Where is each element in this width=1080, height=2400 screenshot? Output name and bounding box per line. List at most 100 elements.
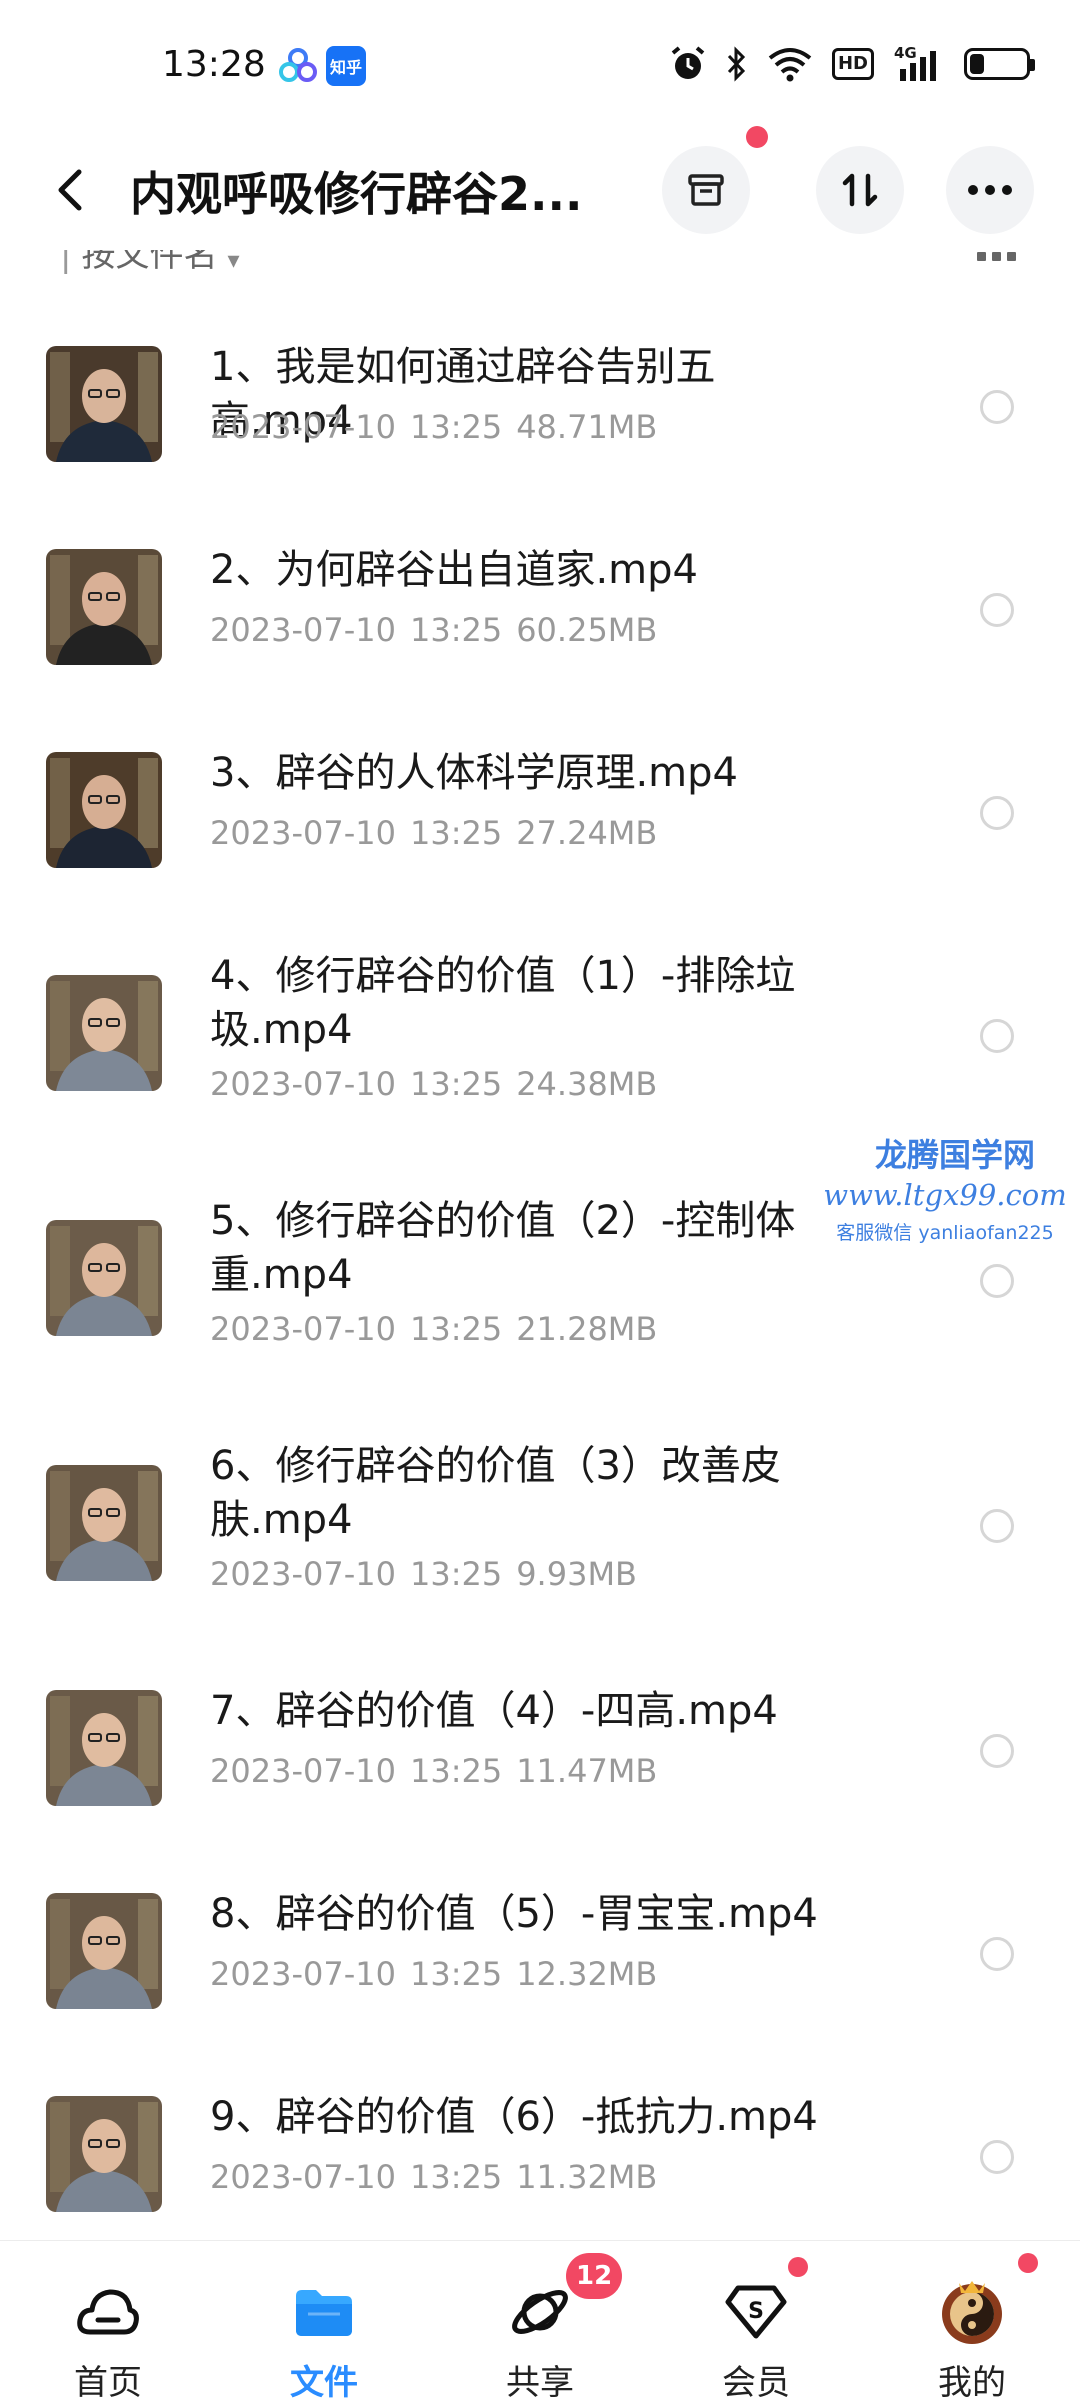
watermark-contact: 客服微信 yanliaofan225 [836,1222,1054,1244]
select-radio[interactable] [980,1937,1014,1971]
header: 内观呼吸修行辟谷2... [0,126,1080,240]
file-row[interactable]: 6、修行辟谷的价值（3）改善皮肤.mp4 2023-07-10 13:25 9.93M… [0,1399,1080,1644]
nav-vip[interactable]: S 会员 [648,2241,864,2400]
file-size: 24.38MB [516,1065,658,1103]
file-date: 2023-07-10 [210,1555,396,1593]
file-row[interactable]: 3、辟谷的人体科学原理.mp4 2023-07-10 13:25 27.24MB [0,706,1080,909]
more-button[interactable] [946,146,1034,234]
select-radio[interactable] [980,593,1014,627]
select-radio[interactable] [980,1019,1014,1053]
nav-me-label: 我的 [938,2363,1006,2400]
file-name: 4、修行辟谷的价值（1）-排除垃圾.mp4 [210,953,796,1053]
file-meta: 2023-07-10 13:25 48.71MB [210,408,657,446]
wifi-icon [768,44,812,84]
bluetooth-icon [726,44,748,84]
file-date: 2023-07-10 [210,814,396,852]
sort-by-filename[interactable]: | 按文件名 ▾ [60,250,240,272]
hd-icon: HD [831,44,874,84]
video-thumbnail [46,1465,162,1581]
file-meta: 2023-07-10 13:25 27.24MB [210,814,657,852]
4g-signal-icon: 4G [894,44,944,84]
select-radio[interactable] [980,1264,1014,1298]
app-screen: 13:28 知乎 HD 4G 内观呼吸修行辟谷2... | 按文件名 ▾ 1、我… [0,0,1080,2400]
nav-me[interactable]: 我的 [864,2241,1080,2400]
file-row[interactable]: 1、我是如何通过辟谷告别五高.mp4 2023-07-10 13:25 48.71MB [0,300,1080,503]
video-thumbnail [46,975,162,1091]
file-name: 8、辟谷的价值（5）-胃宝宝.mp4 [210,1891,818,1937]
nav-files-label: 文件 [290,2363,358,2400]
file-meta: 2023-07-10 13:25 60.25MB [210,611,657,649]
page-title: 内观呼吸修行辟谷2... [130,167,583,221]
vip-notification-dot [788,2257,808,2277]
file-name: 6、修行辟谷的价值（3）改善皮肤.mp4 [210,1443,781,1543]
file-date: 2023-07-10 [210,1310,396,1348]
svg-text:S: S [748,2299,764,2324]
nav-files[interactable]: 文件 [216,2241,432,2400]
file-date: 2023-07-10 [210,2158,396,2196]
avatar-icon [937,2277,1007,2347]
zhihu-icon: 知乎 [326,46,366,86]
file-meta: 2023-07-10 13:25 12.32MB [210,1955,657,1993]
file-time: 13:25 [409,611,503,649]
file-size: 27.24MB [516,814,658,852]
nav-share-label: 共享 [506,2363,574,2400]
select-radio[interactable] [980,1509,1014,1543]
file-row[interactable]: 4、修行辟谷的价值（1）-排除垃圾.mp4 2023-07-10 13:25 24.3… [0,909,1080,1154]
video-thumbnail [46,549,162,665]
sort-button[interactable] [816,146,904,234]
back-button[interactable] [40,160,100,220]
caret-down-icon: ▾ [227,250,240,274]
bottom-nav: 首页 文件 12 共享 S 会员 我的 [0,2240,1080,2400]
status-time: 13:28 [162,44,266,85]
status-bar: 13:28 知乎 HD 4G [0,0,1080,130]
file-time: 13:25 [409,814,503,852]
file-size: 48.71MB [516,408,658,446]
select-radio[interactable] [980,1734,1014,1768]
battery-icon [964,44,1035,84]
file-row[interactable]: 9、辟谷的价值（6）-抵抗力.mp4 2023-07-10 13:25 11.32MB [0,2050,1080,2253]
home-cloud-icon [73,2277,143,2347]
share-badge: 12 [566,2253,623,2299]
sort-arrows-icon [842,173,878,207]
select-radio[interactable] [980,2140,1014,2174]
file-date: 2023-07-10 [210,1065,396,1103]
nav-home-label: 首页 [74,2363,142,2400]
file-size: 11.32MB [516,2158,658,2196]
file-size: 9.93MB [516,1555,637,1593]
archive-icon [688,174,724,206]
video-thumbnail [46,2096,162,2212]
archive-button[interactable] [662,126,768,234]
chevron-left-icon [58,169,82,211]
file-meta: 2023-07-10 13:25 11.32MB [210,2158,657,2196]
zhihu-label: 知乎 [329,58,362,77]
video-thumbnail [46,346,162,462]
file-name: 9、辟谷的价值（6）-抵抗力.mp4 [210,2094,818,2140]
file-name: 7、辟谷的价值（4）-四高.mp4 [210,1688,778,1734]
sort-bar: | 按文件名 ▾ [0,250,1080,290]
file-meta: 2023-07-10 13:25 21.28MB [210,1310,657,1348]
baidu-netdisk-icon [278,46,318,86]
file-row[interactable]: 7、辟谷的价值（4）-四高.mp4 2023-07-10 13:25 11.47MB [0,1644,1080,1847]
me-notification-dot [1018,2253,1038,2273]
file-date: 2023-07-10 [210,611,396,649]
file-meta: 2023-07-10 13:25 11.47MB [210,1752,657,1790]
nav-home[interactable]: 首页 [0,2241,216,2400]
file-time: 13:25 [409,2158,503,2196]
file-size: 21.28MB [516,1310,658,1348]
nav-share[interactable]: 12 共享 [432,2241,648,2400]
grid-view-icon[interactable] [977,252,1016,261]
file-name: 2、为何辟谷出自道家.mp4 [210,547,698,593]
file-meta: 2023-07-10 13:25 24.38MB [210,1065,657,1103]
file-time: 13:25 [409,1555,503,1593]
file-time: 13:25 [409,1752,503,1790]
vip-diamond-icon: S [721,2277,791,2347]
select-radio[interactable] [980,796,1014,830]
status-right-icons: HD 4G [670,44,1035,84]
file-row[interactable]: 2、为何辟谷出自道家.mp4 2023-07-10 13:25 60.25MB [0,503,1080,706]
more-horizontal-icon [968,185,1012,195]
select-radio[interactable] [980,390,1014,424]
file-row[interactable]: 8、辟谷的价值（5）-胃宝宝.mp4 2023-07-10 13:25 12.32MB [0,1847,1080,2050]
video-thumbnail [46,1893,162,2009]
archive-notification-dot [746,126,768,148]
file-size: 11.47MB [516,1752,658,1790]
